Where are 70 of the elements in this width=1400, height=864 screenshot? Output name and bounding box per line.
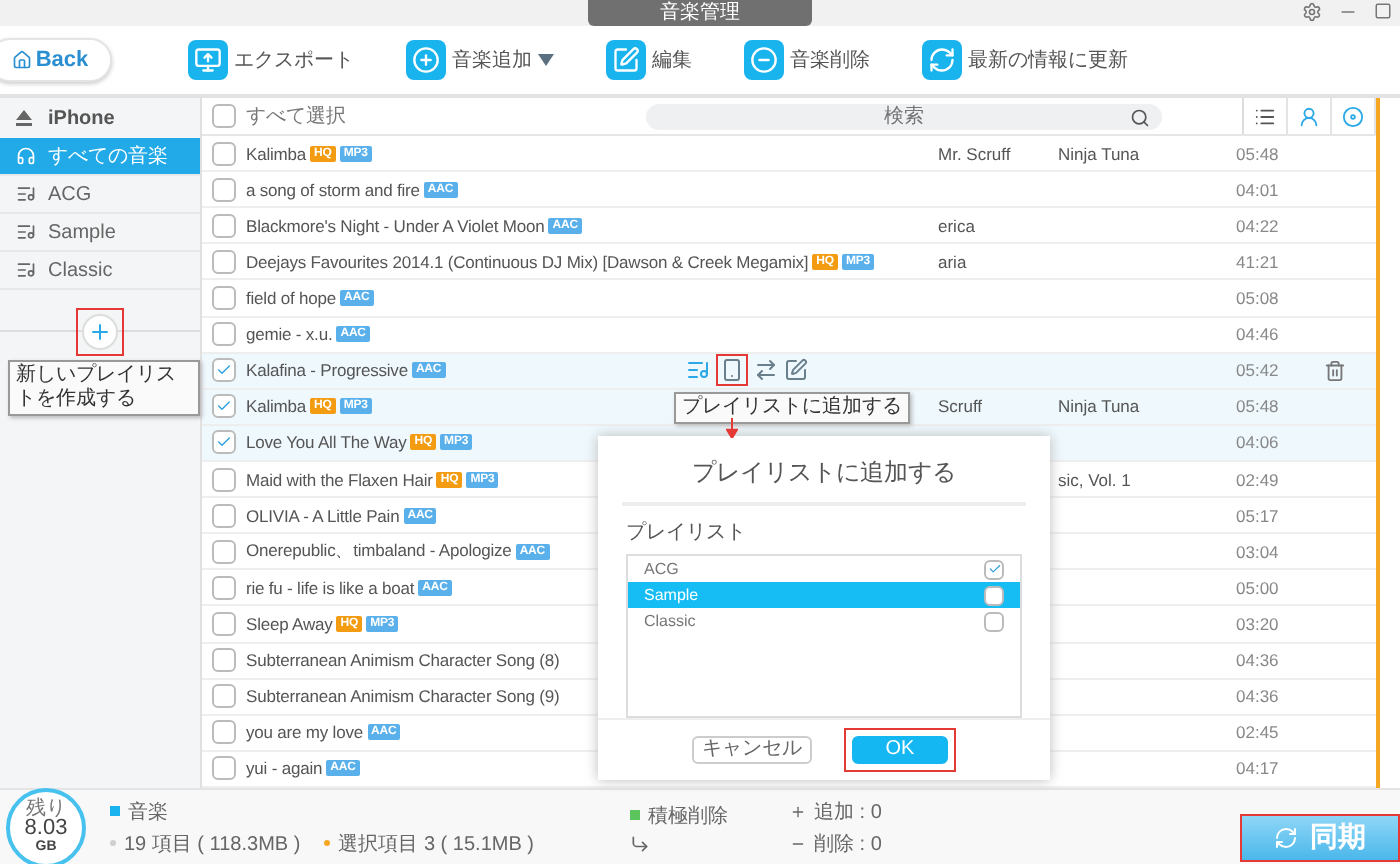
duration-cell-text: 05:17 [1236,505,1281,526]
duration-cell-text: 04:36 [1236,686,1281,707]
back-button[interactable]: Back [0,38,112,82]
song-title: Subterranean Animism Character Song (8) [246,650,560,671]
song-title: Love You All The Way [246,432,407,453]
duration-cell-text: 05:42 [1236,360,1281,381]
song-title: a song of storm and fire [246,179,420,200]
refresh-button[interactable]: 最新の情報に更新 [922,40,1128,80]
duration-cell-text: 41:21 [1236,251,1281,272]
section-label: プレイリスト [624,519,748,548]
duration-cell-text: 04:46 [1236,324,1281,345]
storage-value: 8.03 [24,818,68,840]
duration-cell-text: 03:20 [1236,613,1281,634]
storage-caption: 残り [26,800,66,818]
total-count: 19 項目 ( 118.3MB ) [124,831,301,857]
song-title: you are my love [246,722,363,743]
select-all-label: すべて選択 [246,104,348,130]
legend-label: 音楽 [128,799,168,825]
sidebar-item[interactable]: Sample [0,214,200,252]
song-title: Deejays Favourites 2014.1 (Continuous DJ Mix) [Dawson & Creek Megamix] [246,251,809,272]
song-title: field of hope [246,287,337,308]
duration-cell-text: 02:45 [1236,722,1281,743]
song-title: Maid with the Flaxen Hair [246,469,433,490]
duration-cell-text: 04:06 [1236,432,1281,453]
dialog-title: プレイリストに追加する [622,436,1026,506]
artist-cell-text: Scruff [938,396,985,417]
artist-cell-text: Mr. Scruff [938,143,1013,164]
duration-cell-text: 04:01 [1236,179,1281,200]
duration-cell-text: 02:49 [1236,469,1281,490]
duration-cell-text: 04:36 [1236,650,1281,671]
sidebar-item[interactable]: ACG [0,176,200,214]
song-title: Kalimba [246,143,307,164]
song-title: Sleep Away [246,613,333,634]
song-title: OLIVIA - A Little Pain [246,505,400,526]
duration-cell-text: 05:48 [1236,143,1281,164]
song-title: Kalafina - Progressive [246,360,408,381]
album-cell-text: Ninja Tuna [1058,143,1142,164]
selected-count: 選択項目 3 ( 15.1MB ) [338,831,534,857]
song-title: rie fu - life is like a boat [246,577,415,598]
duration-cell-text: 04:22 [1236,215,1281,236]
duration-cell-text: 05:00 [1236,577,1281,598]
search-field[interactable]: 検索 [646,103,1162,129]
edit-button[interactable]: 編集 [606,40,692,80]
song-title: Subterranean Animism Character Song (9) [246,686,560,707]
duration-cell-text: 05:08 [1236,287,1281,308]
tooltip: プレイリストに追加する [674,392,910,425]
cancel-button[interactable]: キャンセル [692,736,812,764]
song-title: Onerepublic、timbaland - Apologize [246,539,512,564]
cleanup-label: 積極削除 [648,803,728,829]
delete-button[interactable]: 音楽削除 [744,40,870,80]
song-title: yui - again [246,758,323,779]
artist-cell-text: aria [938,251,969,272]
added-count: 追加 : 0 [814,799,882,825]
tooltip: 新しいプレイリストを作成する [8,360,200,416]
removed-count: 削除 : 0 [814,831,882,857]
song-title: gemie - x.u. [246,324,333,345]
duration-cell-text: 04:17 [1236,758,1281,779]
song-title: Kalimba [246,396,307,417]
device-name: iPhone [48,107,115,129]
album-cell-text: sic, Vol. 1 [1058,469,1133,490]
export-button[interactable]: エクスポート [188,40,354,80]
sidebar-item[interactable]: すべての音楽 [0,138,200,176]
duration-cell-text: 03:04 [1236,541,1281,562]
album-cell-text: Ninja Tuna [1058,396,1142,417]
artist-cell-text: erica [938,215,977,236]
song-title: Blackmore's Night - Under A Violet Moon [246,215,545,236]
sidebar-item[interactable]: Classic [0,252,200,290]
duration-cell-text: 05:48 [1236,396,1281,417]
window-title: 音楽管理 [588,0,812,26]
add-button[interactable]: 音楽追加 [406,40,554,80]
